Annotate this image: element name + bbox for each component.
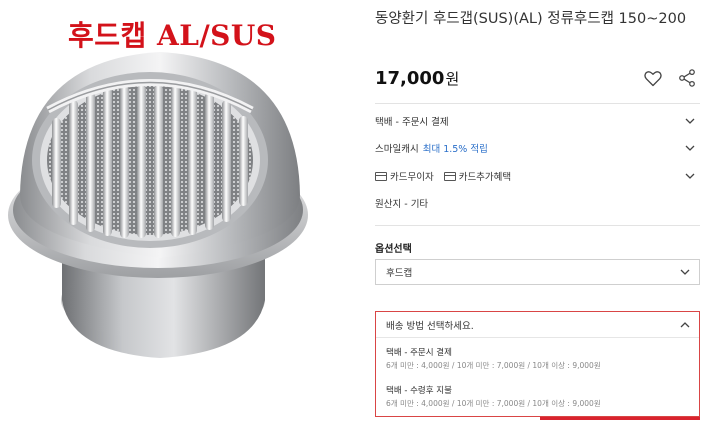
heart-icon[interactable] — [643, 68, 663, 88]
price-value: 17,000 — [375, 68, 445, 89]
card-benefit-row[interactable]: 카드무이자 카드추가혜택 — [375, 165, 700, 187]
shipping-option-title: 택배 - 주문시 결제 — [386, 348, 452, 358]
image-caption: 후드캡 AL/SUS — [68, 19, 277, 52]
origin-row: 원산지 - 기타 — [375, 192, 700, 214]
buy-button-edge[interactable] — [540, 417, 700, 420]
cash-highlight: 최대 1.5% 적립 — [422, 144, 488, 155]
product-image: 후드캡 AL/SUS — [0, 0, 345, 423]
option-selected-value: 후드캡 — [386, 268, 413, 279]
shipping-option[interactable]: 택배 - 수령후 지불 6개 미만 : 4,000원 / 10개 미만 : 7,… — [376, 376, 699, 414]
divider — [375, 103, 700, 104]
product-title: 동양환기 후드갭(SUS)(AL) 정류후드캡 150~200 — [375, 11, 687, 27]
chevron-down-icon — [680, 269, 690, 275]
shipping-dropdown-header[interactable]: 배송 방법 선택하세요. — [376, 312, 699, 338]
shipping-option-title: 택배 - 수령후 지불 — [386, 386, 452, 396]
chevron-down-icon — [685, 173, 695, 179]
origin-text: 원산지 - 기타 — [375, 199, 429, 210]
chevron-down-icon — [685, 145, 695, 151]
delivery-row[interactable]: 택배 - 주문시 결제 — [375, 110, 700, 132]
cash-label: 스마일캐시 — [375, 144, 419, 155]
shipping-method-dropdown[interactable]: 배송 방법 선택하세요. 택배 - 주문시 결제 6개 미만 : 4,000원 … — [375, 311, 700, 417]
product-info-panel: 동양환기 후드갭(SUS)(AL) 정류후드캡 150~200 17,000원 … — [365, 0, 705, 423]
shipping-option[interactable]: 택배 - 주문시 결제 6개 미만 : 4,000원 / 10개 미만 : 7,… — [376, 338, 699, 376]
card-icon — [375, 171, 387, 181]
option-label: 옵션선택 — [375, 244, 412, 255]
delivery-text: 택배 - 주문시 결제 — [375, 117, 449, 128]
price-actions — [643, 68, 697, 88]
card-free-chip: 카드무이자 — [375, 169, 434, 183]
chevron-down-icon — [685, 118, 695, 124]
hood-cap-illustration — [8, 52, 308, 358]
card-extra-chip: 카드추가혜택 — [443, 169, 512, 183]
card-extra-text: 카드추가혜택 — [458, 172, 512, 183]
divider — [375, 225, 700, 226]
shipping-option-detail: 6개 미만 : 4,000원 / 10개 미만 : 7,000원 / 10개 이… — [386, 361, 601, 370]
option-select[interactable]: 후드캡 — [375, 259, 700, 285]
share-icon[interactable] — [677, 68, 697, 88]
chevron-up-icon — [680, 322, 690, 328]
shipping-placeholder: 배송 방법 선택하세요. — [386, 320, 474, 332]
shipping-option-detail: 6개 미만 : 4,000원 / 10개 미만 : 7,000원 / 10개 이… — [386, 399, 601, 408]
smile-cash-row[interactable]: 스마일캐시 최대 1.5% 적립 — [375, 137, 700, 159]
price-unit: 원 — [445, 70, 460, 88]
price-row: 17,000원 — [375, 68, 697, 92]
card-free-text: 카드무이자 — [390, 172, 434, 183]
card-icon — [443, 171, 456, 181]
